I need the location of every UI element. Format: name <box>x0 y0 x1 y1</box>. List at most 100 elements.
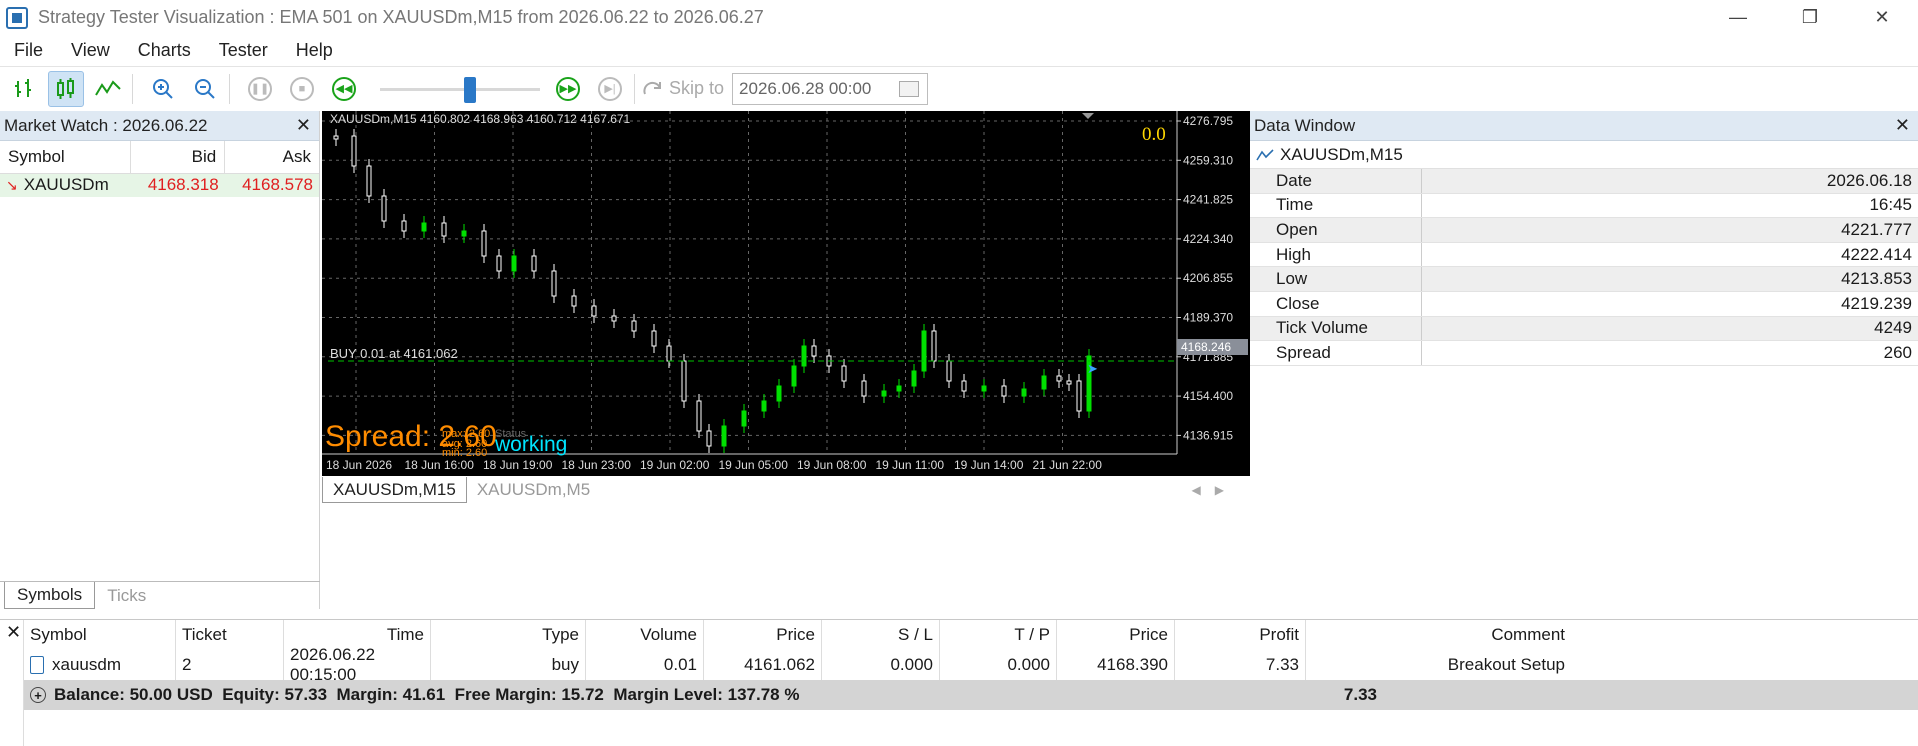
candle-body <box>931 330 937 362</box>
candle-body <box>333 135 339 140</box>
fast-forward-button[interactable]: ▶▶ <box>550 71 586 107</box>
candle-body <box>681 360 687 402</box>
slider-thumb[interactable] <box>464 76 476 103</box>
price-cell: 4161.062 <box>704 650 822 680</box>
column-header-current-price[interactable]: Price <box>1057 620 1175 650</box>
close-icon[interactable]: ✕ <box>1895 115 1910 136</box>
candle-body <box>511 255 517 272</box>
column-header-symbol[interactable]: Symbol <box>0 141 131 174</box>
price-tick-label: 4136.915 <box>1183 428 1233 442</box>
data-row: Tick Volume 4249 <box>1250 316 1918 342</box>
menu-file[interactable]: File <box>0 40 57 61</box>
column-header-type[interactable]: Type <box>431 620 586 650</box>
trade-panel: ✕ Symbol Ticket Time Type Volume Price S… <box>0 619 1918 746</box>
price-axis: 4276.795 4259.310 4241.825 4224.340 4206.855… <box>1177 114 1233 442</box>
data-row: Spread 260 <box>1250 341 1918 366</box>
line-chart-icon <box>95 79 121 96</box>
toolbar-separator <box>132 73 133 104</box>
menu-help[interactable]: Help <box>282 40 347 61</box>
candles <box>333 129 1092 453</box>
candle-body <box>896 385 902 392</box>
rewind-button[interactable]: ◀◀ <box>326 71 362 107</box>
menu-charts[interactable]: Charts <box>124 40 205 61</box>
price-chart[interactable]: XAUUSDm,M15 4160.802 4168.963 4160.712 4… <box>322 111 1250 476</box>
close-icon[interactable]: ✕ <box>296 115 311 136</box>
calendar-icon[interactable] <box>899 80 920 97</box>
rewind-icon: ◀◀ <box>332 76 356 101</box>
zoom-out-icon <box>195 78 215 99</box>
skip-end-button[interactable]: ▶| <box>592 71 628 107</box>
candle-body <box>761 400 767 412</box>
column-header-tp[interactable]: T / P <box>940 620 1057 650</box>
data-window-symbol: XAUUSDm,M15 <box>1250 141 1918 169</box>
price-tick-label: 4276.795 <box>1183 114 1233 128</box>
data-window-title: Data Window <box>1254 115 1356 135</box>
data-label: Open <box>1250 218 1422 242</box>
candle-body <box>666 345 672 362</box>
order-document-icon <box>30 656 44 674</box>
candle-body <box>531 255 537 272</box>
column-header-symbol[interactable]: Symbol <box>24 620 176 650</box>
order-label: BUY 0.01 at 4161.062 <box>330 346 458 361</box>
table-row[interactable]: xauusdm 2 2026.06.22 00:15:00 buy 0.01 4… <box>24 645 1918 684</box>
candle-body <box>351 135 357 167</box>
market-watch-title: Market Watch : 2026.06.22 <box>4 115 208 135</box>
line-chart-button[interactable] <box>90 71 126 107</box>
current-price-label: 4168.246 <box>1181 340 1231 354</box>
zoom-out-button[interactable] <box>187 71 223 107</box>
tab-xauusdm-m5[interactable]: XAUUSDm,M5 <box>467 477 600 503</box>
column-header-sl[interactable]: S / L <box>822 620 940 650</box>
current-price-cell: 4168.390 <box>1057 650 1175 680</box>
menu-bar: File View Charts Tester Help <box>0 35 1918 65</box>
column-header-volume[interactable]: Volume <box>586 620 704 650</box>
tab-xauusdm-m15[interactable]: XAUUSDm,M15 <box>322 477 467 503</box>
close-button[interactable]: ✕ <box>1846 0 1918 35</box>
close-icon[interactable]: ✕ <box>6 622 21 643</box>
stop-button[interactable]: ■ <box>284 71 320 107</box>
column-header-ticket[interactable]: Ticket <box>176 620 284 650</box>
zoom-in-button[interactable] <box>145 71 181 107</box>
data-value: 16:45 <box>1869 195 1912 215</box>
window-title: Strategy Tester Visualization : EMA 501 … <box>38 7 764 27</box>
candle-body <box>946 360 952 382</box>
trade-table: Symbol Ticket Time Type Volume Price S /… <box>24 620 1918 710</box>
expand-plus-icon[interactable]: + <box>30 687 46 703</box>
minimize-button[interactable]: — <box>1702 0 1774 35</box>
market-watch-panel: Market Watch : 2026.06.22 ✕ Symbol Bid A… <box>0 111 320 609</box>
candle-body <box>961 380 967 392</box>
speed-slider[interactable] <box>380 76 540 103</box>
column-header-price[interactable]: Price <box>704 620 822 650</box>
menu-tester[interactable]: Tester <box>205 40 282 61</box>
tab-symbols[interactable]: Symbols <box>4 582 96 609</box>
column-header-comment[interactable]: Comment <box>1306 620 1571 650</box>
maximize-button[interactable]: ❐ <box>1774 0 1846 35</box>
data-row: Low 4213.853 <box>1250 267 1918 292</box>
column-header-profit[interactable]: Profit <box>1175 620 1306 650</box>
price-tick-label: 4189.370 <box>1183 311 1233 325</box>
candle-body <box>1066 380 1072 385</box>
chart-canvas[interactable]: XAUUSDm,M15 4160.802 4168.963 4160.712 4… <box>322 111 1250 476</box>
candle-body <box>1021 388 1027 397</box>
candle-body <box>551 270 557 297</box>
time-tick-label: 18 Jun 16:00 <box>405 458 475 472</box>
stop-icon: ■ <box>290 76 314 101</box>
column-header-ask[interactable]: Ask <box>224 141 319 174</box>
bar-chart-button[interactable] <box>6 71 42 107</box>
pause-button[interactable]: ❚❚ <box>242 71 278 107</box>
price-tick-label: 4224.340 <box>1183 232 1233 246</box>
candle-body <box>881 390 887 397</box>
column-header-bid[interactable]: Bid <box>130 141 226 174</box>
trade-panel-side: ✕ <box>0 620 24 746</box>
table-row[interactable]: ↘ XAUUSDm 4168.318 4168.578 <box>0 173 319 197</box>
menu-view[interactable]: View <box>57 40 124 61</box>
data-value: 2026.06.18 <box>1422 169 1918 193</box>
time-tick-label: 19 Jun 05:00 <box>719 458 789 472</box>
tab-ticks[interactable]: Ticks <box>95 582 158 609</box>
skip-to-label[interactable]: Skip to <box>669 78 724 99</box>
ask-cell: 4168.578 <box>224 173 319 197</box>
candlestick-chart-button[interactable] <box>48 70 84 107</box>
candle-body <box>791 365 797 387</box>
skip-end-icon: ▶| <box>598 76 622 101</box>
skip-to-date-field[interactable]: 2026.06.28 00:00 <box>732 72 929 105</box>
tab-scroll-arrows-icon[interactable]: ◀▶ <box>1192 483 1238 497</box>
